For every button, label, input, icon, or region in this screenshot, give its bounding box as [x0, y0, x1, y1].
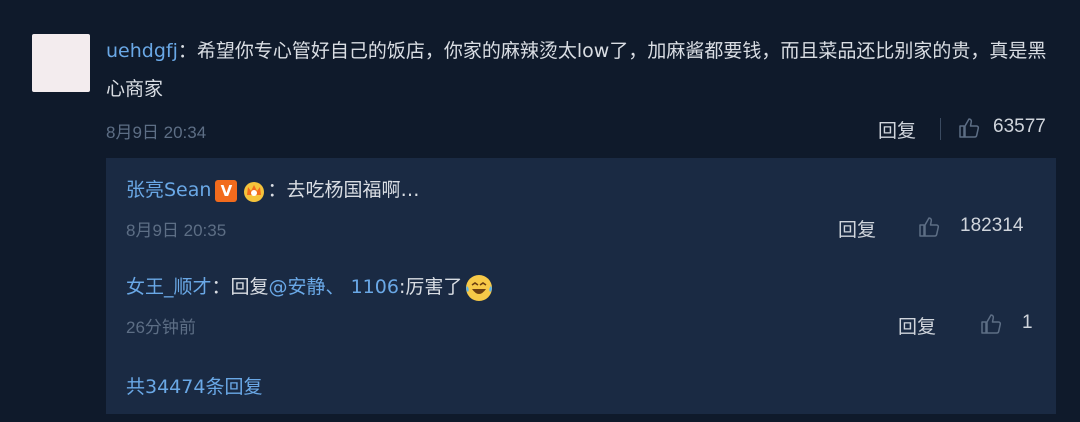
crown-icon [244, 181, 265, 202]
reply-2-prefix: 回复 [230, 276, 269, 298]
main-like-count: 63577 [993, 116, 1046, 137]
reply-2-text: :厉害了 [398, 276, 463, 298]
replies-panel: 张亮Sean V ：去吃杨国福啊… 8月9日 20:35 回复 182314 女王… [106, 158, 1056, 414]
reply-1-colon: ： [267, 179, 287, 201]
reply-1-time: 8月9日 20:35 [126, 221, 227, 240]
verified-badge-icon: V [215, 179, 238, 202]
main-reply-button[interactable]: 回复 [878, 116, 916, 143]
reply-2-username[interactable]: 女王_顺才 [126, 276, 212, 298]
reply-2-mention[interactable]: @安静、 1106 [269, 276, 399, 298]
laughing-tears-emoji-icon [466, 274, 493, 301]
reply-1-body: 张亮Sean V ：去吃杨国福啊… [126, 175, 419, 203]
reply-2-time: 26分钟前 [126, 318, 196, 337]
main-comment-username[interactable]: uehdgfj [106, 40, 178, 62]
reply-2-like-count: 1 [1022, 312, 1033, 333]
reply-2-reply-button[interactable]: 回复 [898, 312, 936, 339]
thumbs-up-icon[interactable] [980, 312, 1004, 336]
reply-1-username[interactable]: 张亮Sean [126, 179, 211, 201]
main-comment-colon: ： [177, 40, 197, 62]
view-all-replies-link[interactable]: 共34474条回复 [126, 372, 262, 399]
main-comment-body: uehdgfj：希望你专心管好自己的饭店，你家的麻辣烫太low了，加麻酱都要钱，… [106, 32, 1056, 108]
reply-2-body: 女王_顺才：回复@安静、 1106:厉害了 [126, 272, 494, 303]
reply-2-colon: ： [211, 276, 231, 298]
thumbs-up-icon[interactable] [918, 215, 942, 239]
divider [940, 118, 941, 140]
main-comment-time: 8月9日 20:34 [106, 123, 207, 142]
reply-1-like-count: 182314 [960, 215, 1024, 236]
reply-1-reply-button[interactable]: 回复 [838, 215, 876, 242]
avatar[interactable] [32, 34, 90, 92]
main-comment-text: 希望你专心管好自己的饭店，你家的麻辣烫太low了，加麻酱都要钱，而且菜品还比别家… [106, 40, 1047, 100]
thumbs-up-icon[interactable] [958, 116, 982, 140]
reply-1-text: 去吃杨国福啊… [286, 179, 420, 201]
